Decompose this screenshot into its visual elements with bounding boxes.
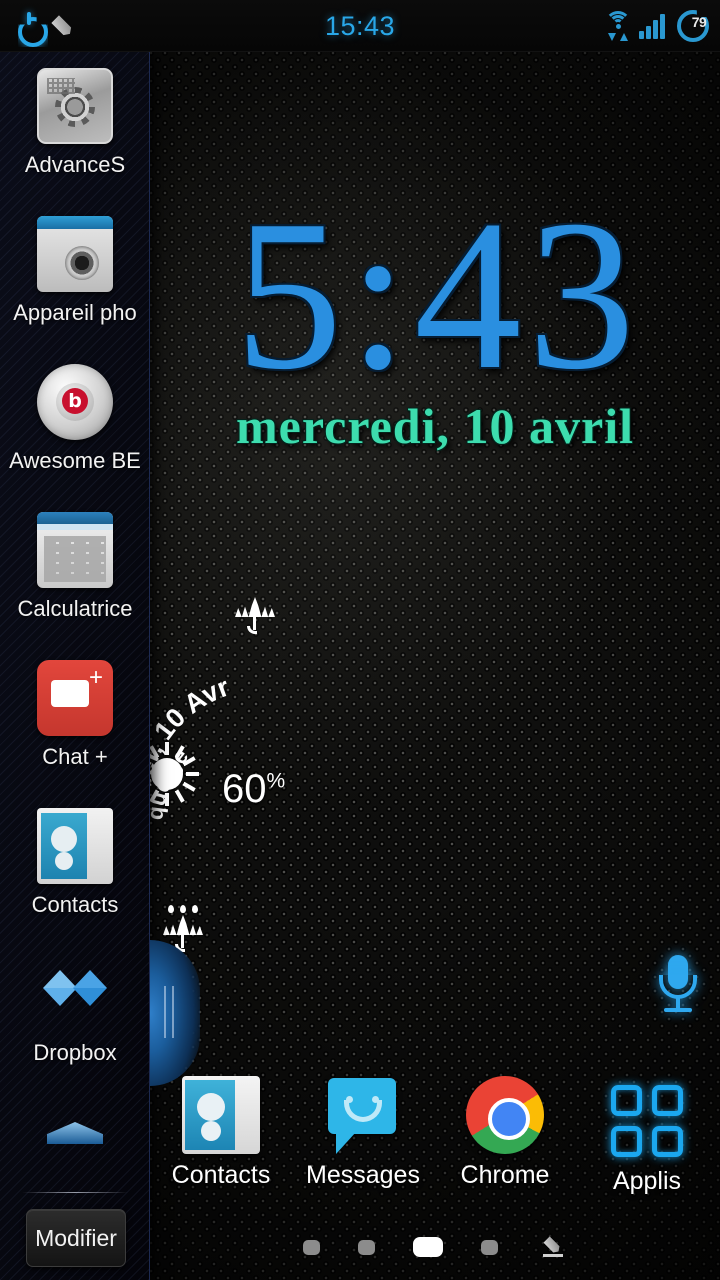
clock-time: 5:43	[234, 175, 642, 414]
dock-item-messages[interactable]: Messages	[292, 1070, 434, 1190]
sidebar-item-awesome-beats[interactable]: Awesome BE	[0, 348, 149, 496]
sidebar-item-label: Chat +	[42, 744, 108, 769]
battery-level: 79	[691, 14, 707, 30]
weather-humidity: 60%	[222, 767, 285, 812]
message-smiley-icon	[324, 1076, 402, 1154]
sidebar-item-label: Awesome BE	[9, 448, 141, 473]
dock-item-applis[interactable]: Applis	[576, 1070, 718, 1196]
camera-icon	[37, 216, 113, 292]
pencil-icon[interactable]	[542, 1234, 568, 1260]
dock-label: Messages	[306, 1161, 420, 1189]
page-dot[interactable]	[357, 1239, 375, 1255]
status-bar: 15:43 79	[0, 0, 720, 52]
sidebar-list[interactable]: AdvanceS Appareil pho Awesome BE Calcula…	[0, 52, 149, 1236]
sidebar-item-label: Appareil pho	[13, 300, 137, 325]
page-dot[interactable]	[302, 1239, 320, 1255]
sidebar-item-appareil-photo[interactable]: Appareil pho	[0, 200, 149, 348]
weather-widget[interactable]: Mer, 10 Avr queige 60%	[135, 575, 360, 952]
chrome-icon	[466, 1076, 544, 1154]
sidebar-item-label: Dropbox	[33, 1040, 117, 1065]
sidebar-item-label: Contacts	[31, 892, 119, 917]
humidity-value: 60	[222, 767, 267, 811]
page-indicator	[150, 1230, 720, 1264]
app-drawer-grid-icon	[608, 1082, 686, 1160]
gears-settings-icon	[37, 68, 113, 144]
sidebar-item-chat-plus[interactable]: Chat +	[0, 644, 149, 792]
contacts-book-icon	[37, 808, 113, 884]
sidebar-item-advances[interactable]: AdvanceS	[0, 52, 149, 200]
sidebar-drawer[interactable]: AdvanceS Appareil pho Awesome BE Calcula…	[0, 52, 150, 1280]
sidebar-item-label: Calculatrice	[17, 596, 133, 621]
sidebar-item-calculatrice[interactable]: Calculatrice	[0, 496, 149, 644]
clock-widget[interactable]: 5:43 mercredi, 10 avril	[150, 175, 720, 454]
wifi-icon	[604, 11, 632, 41]
contacts-book-icon	[182, 1076, 260, 1154]
humidity-unit: %	[266, 769, 286, 793]
sidebar-item-dropbox[interactable]: Dropbox	[0, 940, 149, 1088]
page-dot-active[interactable]	[412, 1237, 443, 1257]
dock-label: Applis	[612, 1167, 682, 1195]
sidebar-item-label: AdvanceS	[24, 152, 126, 177]
dock-item-chrome[interactable]: Chrome	[434, 1070, 576, 1190]
sidebar-item-contacts[interactable]: Contacts	[0, 792, 149, 940]
microphone-icon[interactable]	[655, 955, 701, 1017]
dock: Contacts Messages Chrome Applis	[150, 1070, 720, 1220]
sidebar-edit-button[interactable]: Modifier	[26, 1209, 126, 1267]
calculator-icon	[37, 512, 113, 588]
dropbox-icon	[37, 956, 113, 1032]
app-icon-partial	[37, 1104, 113, 1180]
dock-label: Contacts	[171, 1161, 271, 1189]
beats-audio-icon	[37, 364, 113, 440]
signal-bars-icon	[639, 13, 669, 39]
chat-bubble-plus-icon	[37, 660, 113, 736]
dock-label: Chrome	[460, 1161, 550, 1189]
sidebar-divider	[22, 1192, 128, 1193]
umbrella-icon	[232, 587, 278, 634]
page-dot[interactable]	[480, 1239, 498, 1255]
status-bar-right: 79	[604, 0, 710, 52]
battery-circle-icon: 79	[676, 9, 710, 43]
dock-item-contacts[interactable]: Contacts	[150, 1070, 292, 1190]
